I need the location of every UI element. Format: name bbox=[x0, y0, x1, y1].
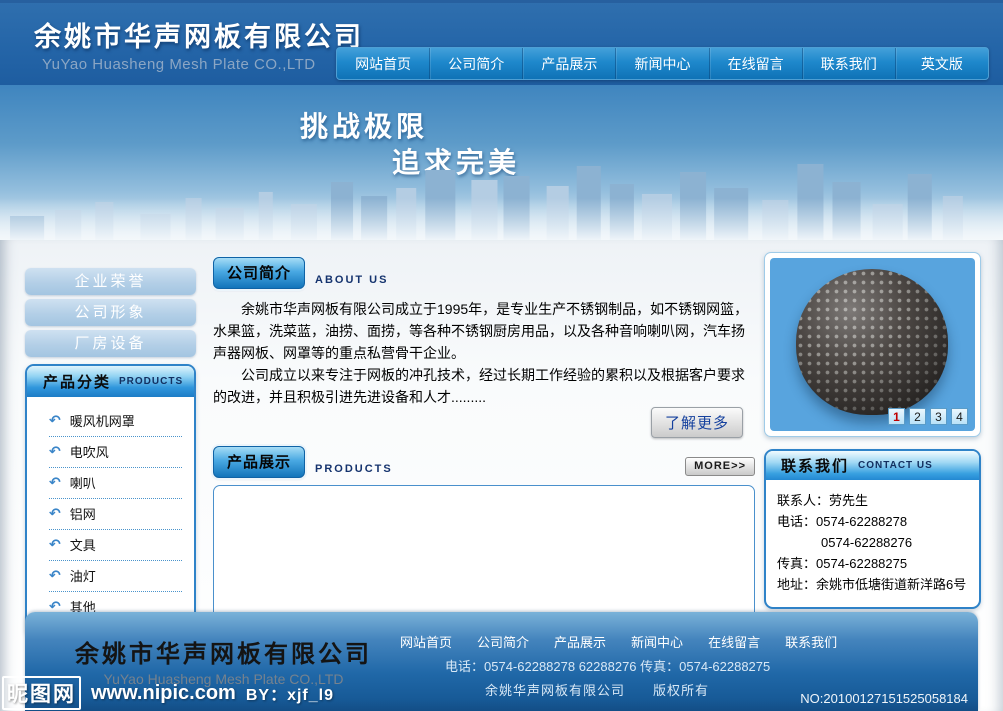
products-tab-subtitle: PRODUCTS bbox=[315, 463, 393, 478]
about-tab-subtitle: ABOUT US bbox=[315, 274, 388, 289]
category-item-stationery[interactable]: ↶ 文具 bbox=[49, 530, 182, 561]
products-section-header: 产品展示 PRODUCTS MORE>> bbox=[213, 446, 755, 478]
contact-phone-2: 0574-62288276 bbox=[777, 532, 973, 553]
category-arrow-icon: ↶ bbox=[49, 536, 61, 553]
sidebar-button-factory[interactable]: 厂房设备 bbox=[25, 330, 196, 357]
about-paragraph-1: 余姚市华声网板有限公司成立于1995年，是专业生产不锈钢制品，如不锈钢网篮，水果… bbox=[213, 298, 755, 364]
nav-item-guestbook[interactable]: 在线留言 bbox=[710, 48, 803, 79]
main-column: 公司简介 ABOUT US 余姚市华声网板有限公司成立于1995年，是专业生产不… bbox=[213, 257, 755, 638]
category-item-heater-mesh[interactable]: ↶ 暖风机网罩 bbox=[49, 406, 182, 437]
footer-phone-line: 电话：0574-62288278 62288276 传真：0574-622882… bbox=[445, 656, 770, 675]
mesh-dome-product-image bbox=[796, 269, 948, 415]
company-name: 余姚市华声网板有限公司 bbox=[34, 15, 364, 54]
about-section-header: 公司简介 ABOUT US bbox=[213, 257, 755, 289]
nav-item-about[interactable]: 公司简介 bbox=[430, 48, 523, 79]
product-categories-panel: 产品分类 PRODUCTS ↶ 暖风机网罩 ↶ 电吹风 ↶ 喇叭 bbox=[25, 364, 196, 637]
category-item-oil-lamp[interactable]: ↶ 油灯 bbox=[49, 561, 182, 592]
contact-person: 联系人：劳先生 bbox=[777, 490, 973, 511]
contact-phone-1: 电话：0574-62288278 bbox=[777, 511, 973, 532]
learn-more-row: 了解更多 bbox=[213, 407, 755, 438]
sidebar-button-honors[interactable]: 企业荣誉 bbox=[25, 268, 196, 295]
content-area: 企业荣誉 公司形象 厂房设备 产品分类 PRODUCTS ↶ 暖风机网罩 ↶ 电… bbox=[0, 240, 1003, 711]
sidebar-button-image[interactable]: 公司形象 bbox=[25, 299, 196, 326]
nav-item-home[interactable]: 网站首页 bbox=[337, 48, 430, 79]
category-label: 喇叭 bbox=[70, 473, 96, 492]
product-image-frame: 1 2 3 4 bbox=[770, 258, 975, 431]
products-tab-button[interactable]: 产品展示 bbox=[213, 446, 305, 478]
nipic-author: BY：xjf_l9 bbox=[246, 681, 334, 705]
learn-more-button[interactable]: 了解更多 bbox=[651, 407, 743, 438]
category-arrow-icon: ↶ bbox=[49, 567, 61, 584]
city-skyline-image bbox=[0, 158, 1003, 240]
banner: 挑战极限 追求完美 bbox=[0, 85, 1003, 240]
footer-link-about[interactable]: 公司简介 bbox=[477, 632, 529, 651]
footer-nav: 网站首页 公司简介 产品展示 新闻中心 在线留言 联系我们 bbox=[400, 632, 837, 651]
footer-copyright: 余姚华声网板有限公司 版权所有 bbox=[485, 680, 709, 699]
product-categories-subtitle: PRODUCTS bbox=[119, 376, 183, 387]
gallery-page-1[interactable]: 1 bbox=[888, 408, 905, 425]
company-logo: 余姚市华声网板有限公司 YuYao Huasheng Mesh Plate CO… bbox=[34, 15, 364, 73]
nipic-watermark: 昵图网 www.nipic.com BY：xjf_l9 bbox=[2, 676, 334, 710]
about-tab-button[interactable]: 公司简介 bbox=[213, 257, 305, 289]
contact-subtitle: CONTACT US bbox=[858, 460, 933, 471]
gallery-page-3[interactable]: 3 bbox=[930, 408, 947, 425]
contact-panel-header: 联系我们 CONTACT US bbox=[766, 451, 979, 480]
products-more-button[interactable]: MORE>> bbox=[685, 457, 755, 476]
category-item-hair-dryer[interactable]: ↶ 电吹风 bbox=[49, 437, 182, 468]
contact-address: 地址：余姚市低塘街道新洋路6号 bbox=[777, 574, 973, 595]
category-label: 电吹风 bbox=[70, 442, 109, 461]
banner-slogan-1: 挑战极限 bbox=[300, 105, 428, 145]
contact-panel: 联系我们 CONTACT US 联系人：劳先生 电话：0574-62288278… bbox=[764, 449, 981, 609]
header: 余姚市华声网板有限公司 YuYao Huasheng Mesh Plate CO… bbox=[0, 0, 1003, 85]
category-label: 油灯 bbox=[70, 566, 96, 585]
footer-serial-number: NO:20100127151525058184 bbox=[800, 691, 968, 706]
category-item-speaker[interactable]: ↶ 喇叭 bbox=[49, 468, 182, 499]
category-arrow-icon: ↶ bbox=[49, 443, 61, 460]
footer-link-contact[interactable]: 联系我们 bbox=[785, 632, 837, 651]
left-sidebar: 企业荣誉 公司形象 厂房设备 产品分类 PRODUCTS ↶ 暖风机网罩 ↶ 电… bbox=[25, 268, 196, 637]
product-categories-title: 产品分类 bbox=[43, 371, 111, 392]
right-sidebar: 1 2 3 4 联系我们 CONTACT US 联系人：劳先生 电话：0574-… bbox=[764, 252, 981, 609]
gallery-page-2[interactable]: 2 bbox=[909, 408, 926, 425]
category-label: 铝网 bbox=[70, 504, 96, 523]
page: 余姚市华声网板有限公司 YuYao Huasheng Mesh Plate CO… bbox=[0, 0, 1003, 711]
product-image-panel: 1 2 3 4 bbox=[764, 252, 981, 437]
company-name-en: YuYao Huasheng Mesh Plate CO.,LTD bbox=[34, 56, 364, 73]
contact-title: 联系我们 bbox=[781, 455, 849, 476]
footer-link-home[interactable]: 网站首页 bbox=[400, 632, 452, 651]
product-categories-list: ↶ 暖风机网罩 ↶ 电吹风 ↶ 喇叭 ↶ 铝网 bbox=[27, 397, 194, 635]
nav-item-english[interactable]: 英文版 bbox=[896, 48, 988, 79]
category-arrow-icon: ↶ bbox=[49, 505, 61, 522]
category-label: 暖风机网罩 bbox=[70, 411, 135, 430]
gallery-page-4[interactable]: 4 bbox=[951, 408, 968, 425]
nav-item-contact[interactable]: 联系我们 bbox=[803, 48, 896, 79]
footer-link-guestbook[interactable]: 在线留言 bbox=[708, 632, 760, 651]
gallery-pagination: 1 2 3 4 bbox=[888, 408, 968, 425]
category-arrow-icon: ↶ bbox=[49, 474, 61, 491]
nipic-url: www.nipic.com bbox=[91, 682, 236, 705]
contact-fax: 传真：0574-62288275 bbox=[777, 553, 973, 574]
nav-item-news[interactable]: 新闻中心 bbox=[616, 48, 709, 79]
nav-item-products[interactable]: 产品展示 bbox=[523, 48, 616, 79]
about-paragraph-2: 公司成立以来专注于网板的冲孔技术，经过长期工作经验的累积以及根据客户要求的改进，… bbox=[213, 364, 755, 408]
category-label: 文具 bbox=[70, 535, 96, 554]
footer-company-name: 余姚市华声网板有限公司 bbox=[75, 634, 372, 669]
footer-link-news[interactable]: 新闻中心 bbox=[631, 632, 683, 651]
contact-info: 联系人：劳先生 电话：0574-62288278 0574-62288276 传… bbox=[766, 480, 979, 607]
category-item-aluminum-mesh[interactable]: ↶ 铝网 bbox=[49, 499, 182, 530]
product-categories-header: 产品分类 PRODUCTS bbox=[27, 366, 194, 397]
about-text: 余姚市华声网板有限公司成立于1995年，是专业生产不锈钢制品，如不锈钢网篮，水果… bbox=[213, 298, 755, 409]
category-arrow-icon: ↶ bbox=[49, 412, 61, 429]
main-nav: 网站首页 公司简介 产品展示 新闻中心 在线留言 联系我们 英文版 bbox=[336, 47, 989, 80]
footer-link-products[interactable]: 产品展示 bbox=[554, 632, 606, 651]
nipic-logo: 昵图网 bbox=[2, 676, 81, 710]
